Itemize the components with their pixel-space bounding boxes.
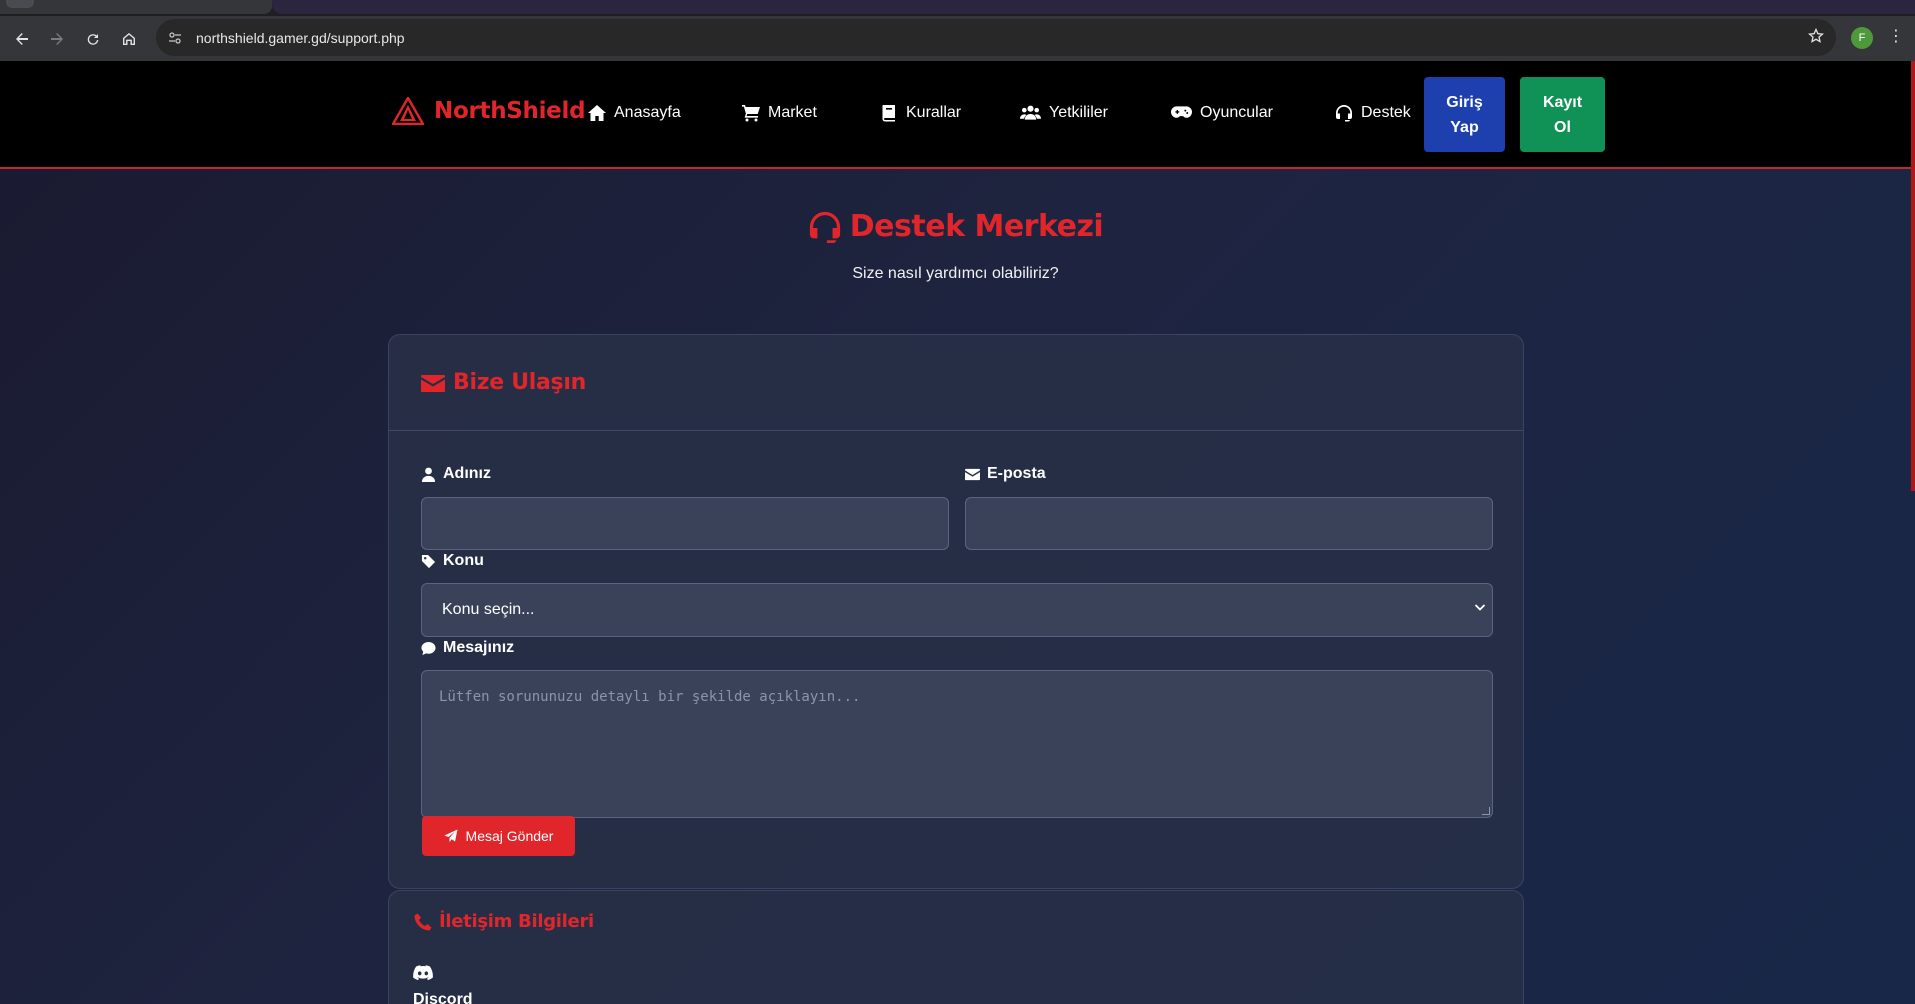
- hero-heading: Destek Merkezi: [0, 209, 1911, 249]
- nav-item-label: Oyuncular: [1200, 104, 1273, 121]
- address-bar[interactable]: northshield.gamer.gd/support.php: [156, 19, 1836, 56]
- register-label-line1: Kayıt: [1542, 93, 1583, 111]
- bookmark-star-icon[interactable]: [1808, 28, 1824, 44]
- browser-tabstrip: [0, 0, 1915, 16]
- brand-logo-icon: [392, 97, 424, 125]
- login-label-line1: Giriş: [1446, 93, 1483, 111]
- site-navbar: NorthShield Anasayfa Market Kurallar Yet…: [0, 61, 1911, 169]
- reload-button[interactable]: [79, 25, 107, 53]
- page-title: Destek Merkezi: [849, 209, 1104, 244]
- contact-info-header: İletişim Bilgileri: [413, 911, 594, 932]
- nav-item-label: Kurallar: [906, 104, 962, 121]
- contact-form-card: Bize Ulaşın Adınız E-posta Konu Konu seç…: [388, 334, 1524, 889]
- nav-item-label: Yetkililer: [1049, 104, 1108, 121]
- browser-tab[interactable]: [0, 0, 272, 14]
- profile-avatar[interactable]: F: [1851, 27, 1873, 49]
- headset-icon: [1336, 105, 1352, 122]
- gamepad-icon: [1171, 106, 1192, 118]
- send-button-label: Mesaj Gönder: [465, 828, 554, 844]
- name-input[interactable]: [421, 497, 949, 550]
- page-subtitle: Size nasıl yardımcı olabiliriz?: [852, 265, 1059, 282]
- comment-icon: [421, 641, 436, 655]
- headset-icon: [809, 211, 840, 243]
- nav-item-label: Anasayfa: [614, 104, 681, 121]
- page-viewport: NorthShield Anasayfa Market Kurallar Yet…: [0, 61, 1915, 1004]
- contact-card-header: Bize Ulaşın: [389, 335, 1523, 431]
- name-label: Adınız: [421, 465, 491, 483]
- book-icon: [882, 105, 895, 122]
- email-label-text: E-posta: [987, 465, 1046, 482]
- nav-item-destek[interactable]: Destek: [1335, 104, 1411, 122]
- email-input[interactable]: [965, 497, 1493, 550]
- forward-button[interactable]: [43, 25, 71, 53]
- chevron-down-icon: [1474, 604, 1486, 611]
- reload-icon: [87, 34, 99, 45]
- nav-item-kurallar[interactable]: Kurallar: [880, 104, 961, 122]
- brand[interactable]: NorthShield: [392, 97, 586, 125]
- register-button[interactable]: Kayıt Ol: [1520, 77, 1605, 152]
- nav-item-yetkililer[interactable]: Yetkililer: [1020, 104, 1108, 122]
- phone-icon: [414, 913, 432, 930]
- site-info-icon[interactable]: [160, 23, 190, 53]
- brand-name: NorthShield: [434, 98, 586, 124]
- subject-selected-value: Konu seçin...: [442, 601, 535, 618]
- name-label-text: Adınız: [443, 465, 491, 482]
- contact-info-title: İletişim Bilgileri: [439, 911, 594, 932]
- subject-label: Konu: [421, 552, 484, 570]
- send-message-button[interactable]: Mesaj Gönder: [422, 816, 575, 856]
- login-button[interactable]: Giriş Yap: [1424, 77, 1505, 152]
- discord-label: Discord: [413, 991, 473, 1004]
- tabstrip-background: [272, 0, 1915, 14]
- nav-item-anasayfa[interactable]: Anasayfa: [588, 104, 681, 122]
- paper-plane-icon: [444, 829, 458, 842]
- cart-icon: [742, 105, 760, 122]
- subject-select[interactable]: Konu seçin...: [421, 583, 1493, 637]
- tag-icon: [421, 554, 436, 568]
- email-label: E-posta: [965, 465, 1046, 483]
- home-button[interactable]: [115, 25, 143, 53]
- page-scrollbar[interactable]: [1911, 61, 1915, 491]
- nav-item-label: Market: [768, 104, 817, 121]
- user-icon: [421, 467, 436, 482]
- back-button[interactable]: [8, 25, 36, 53]
- resize-handle[interactable]: [1482, 807, 1490, 815]
- home-outline-icon: [123, 33, 135, 45]
- arrow-right-icon: [51, 33, 63, 45]
- envelope-icon: [965, 468, 980, 480]
- subject-label-text: Konu: [443, 552, 484, 569]
- nav-item-label: Destek: [1361, 104, 1411, 121]
- home-icon: [588, 105, 606, 121]
- users-icon: [1020, 105, 1041, 120]
- browser-menu-icon[interactable]: ⋮: [1888, 28, 1904, 46]
- browser-toolbar: northshield.gamer.gd/support.php F ⋮: [0, 16, 1915, 61]
- nav-item-market[interactable]: Market: [742, 104, 817, 122]
- contact-card-title: Bize Ulaşın: [453, 370, 586, 395]
- arrow-left-icon: [16, 33, 28, 45]
- url-text: northshield.gamer.gd/support.php: [196, 29, 405, 46]
- discord-icon: [413, 965, 433, 981]
- message-label: Mesajınız: [421, 639, 514, 657]
- message-label-text: Mesajınız: [443, 639, 515, 656]
- contact-info-card: İletişim Bilgileri Discord: [388, 890, 1524, 1004]
- login-label-line2: Yap: [1450, 118, 1479, 136]
- envelope-icon: [421, 374, 445, 392]
- message-placeholder: Lütfen sorununuzu detaylı bir şekilde aç…: [439, 689, 861, 705]
- nav-item-oyuncular[interactable]: Oyuncular: [1171, 104, 1273, 122]
- message-textarea[interactable]: Lütfen sorununuzu detaylı bir şekilde aç…: [421, 670, 1493, 818]
- tab-favicon: [6, 0, 34, 8]
- register-label-line2: Ol: [1554, 118, 1571, 136]
